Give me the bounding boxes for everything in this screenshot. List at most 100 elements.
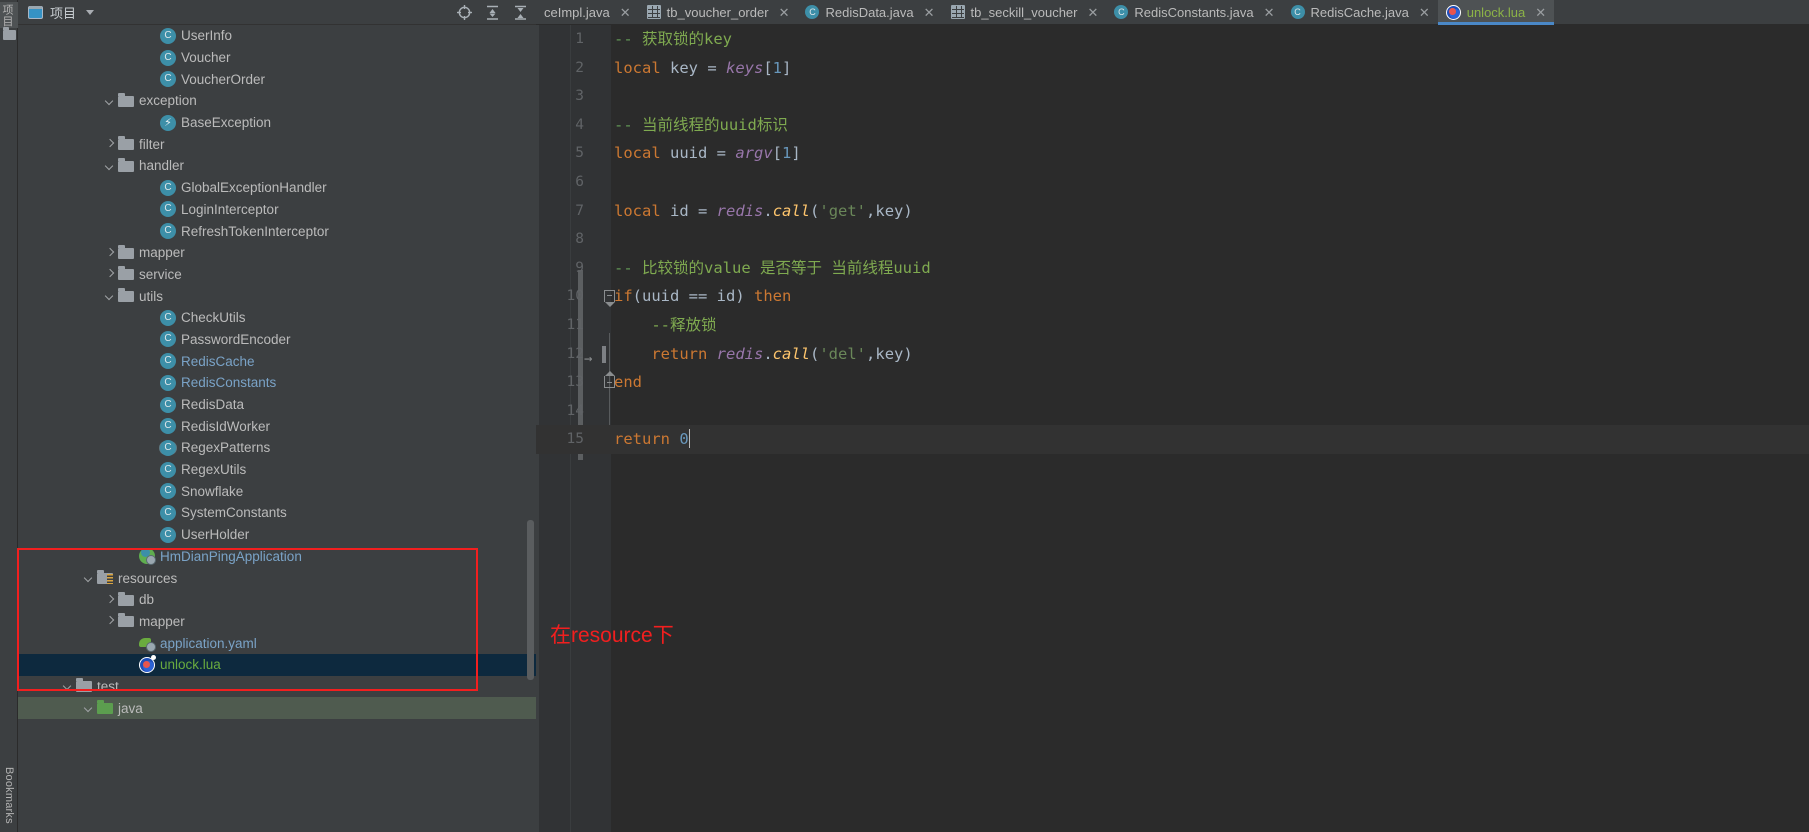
tree-node-voucher[interactable]: Voucher	[18, 47, 536, 69]
tree-node-redisconstants[interactable]: RedisConstants	[18, 372, 536, 394]
tree-node-unlock-lua[interactable]: unlock.lua	[18, 653, 536, 676]
tree-node-regexutils[interactable]: RegexUtils	[18, 459, 536, 481]
code-line[interactable]: 8	[536, 225, 1809, 254]
project-tree-scrollbar[interactable]	[527, 520, 534, 680]
code-token: .	[763, 344, 773, 363]
tree-node-globalexceptionhandler[interactable]: GlobalExceptionHandler	[18, 177, 536, 199]
tree-node-hmdianpingapplication[interactable]: HmDianPingApplication	[18, 546, 536, 568]
code-line[interactable]: 11 --释放锁	[536, 311, 1809, 340]
tree-node-mapper[interactable]: mapper	[18, 242, 536, 264]
editor-tab-tb-voucher-order[interactable]: tb_voucher_order ✕	[639, 0, 798, 24]
editor-tab-rediscache-java[interactable]: RedisCache.java ✕	[1283, 0, 1438, 24]
chevron-down-icon[interactable]	[105, 291, 115, 301]
close-icon[interactable]: ✕	[779, 6, 790, 19]
close-icon[interactable]: ✕	[1087, 6, 1098, 19]
tree-node-regexpatterns[interactable]: RegexPatterns	[18, 437, 536, 459]
class-icon	[160, 504, 176, 521]
tool-window-button-project[interactable]: 项目	[0, 2, 18, 29]
tree-node-rediscache[interactable]: RedisCache	[18, 350, 536, 372]
close-icon[interactable]: ✕	[924, 6, 935, 19]
collapse-all-icon[interactable]	[508, 1, 532, 25]
close-icon[interactable]: ✕	[1535, 6, 1546, 19]
tree-node-refreshtokeninterceptor[interactable]: RefreshTokenInterceptor	[18, 220, 536, 242]
code-line[interactable]: 12 → return redis.call('del',key)	[536, 340, 1809, 369]
code-line[interactable]: 13 end	[536, 368, 1809, 397]
tree-node-systemconstants[interactable]: SystemConstants	[18, 502, 536, 524]
project-tree[interactable]: UserInfo Voucher VoucherOrder exception Base…	[18, 25, 536, 832]
tree-node-spacer	[126, 551, 136, 561]
code-token: 'get'	[819, 201, 867, 220]
chevron-right-icon[interactable]	[105, 595, 115, 605]
chevron-right-icon[interactable]	[105, 269, 115, 279]
tree-node-test[interactable]: test	[18, 676, 536, 698]
tree-node-voucherorder[interactable]: VoucherOrder	[18, 68, 536, 90]
tree-node-logininterceptor[interactable]: LoginInterceptor	[18, 199, 536, 221]
tree-node-label: mapper	[139, 613, 185, 629]
tree-node-redisidworker[interactable]: RedisIdWorker	[18, 415, 536, 437]
code-line[interactable]: 2 local key = keys[1]	[536, 54, 1809, 83]
tree-node-label: VoucherOrder	[181, 71, 266, 87]
tree-node-exception[interactable]: exception	[18, 90, 536, 112]
tree-node-baseexception[interactable]: BaseException	[18, 112, 536, 134]
code-lines[interactable]: 1 -- 获取锁的key 2 local key = keys[1] 3 4 -- 当前线程…	[536, 25, 1809, 454]
tree-node-db[interactable]: db	[18, 589, 536, 611]
close-icon[interactable]: ✕	[1264, 6, 1275, 19]
chevron-down-icon[interactable]	[84, 573, 94, 583]
tree-node-application-yaml[interactable]: application.yaml	[18, 632, 536, 654]
tree-node-spacer	[126, 638, 136, 648]
tree-node-utils[interactable]: utils	[18, 285, 536, 307]
tree-node-snowflake[interactable]: Snowflake	[18, 480, 536, 502]
tree-node-redisdata[interactable]: RedisData	[18, 394, 536, 416]
line-number: 12	[566, 345, 584, 362]
chevron-down-icon[interactable]	[105, 96, 115, 106]
tree-node-userinfo[interactable]: UserInfo	[18, 25, 536, 47]
project-window-icon	[28, 5, 43, 19]
tree-node-service[interactable]: service	[18, 264, 536, 286]
code-line[interactable]: 15 return 0	[536, 425, 1809, 454]
code-line[interactable]: 6	[536, 168, 1809, 197]
code-line[interactable]: 5 local uuid = argv[1]	[536, 139, 1809, 168]
editor-tab-ceimpl-java[interactable]: ceImpl.java ✕	[536, 0, 639, 24]
chevron-right-icon[interactable]	[105, 248, 115, 258]
chevron-right-icon[interactable]	[105, 616, 115, 626]
tree-node-resources[interactable]: resources	[18, 567, 536, 589]
chevron-down-icon[interactable]	[84, 703, 94, 713]
code-line[interactable]: 9 -- 比较锁的value 是否等于 当前线程uuid	[536, 254, 1809, 283]
tree-node-spacer	[147, 183, 157, 193]
code-line[interactable]: 10 if(uuid == id) then	[536, 282, 1809, 311]
editor-tab-label: tb_seckill_voucher	[970, 4, 1078, 20]
tool-window-button-bookmarks[interactable]: Bookmarks	[0, 765, 18, 826]
code-line[interactable]: 7 local id = redis.call('get',key)	[536, 197, 1809, 226]
editor-tab-tb-seckill-voucher[interactable]: tb_seckill_voucher ✕	[943, 0, 1107, 24]
expand-all-icon[interactable]	[480, 1, 504, 25]
tree-node-checkutils[interactable]: CheckUtils	[18, 307, 536, 329]
editor-tab-redisconstants-java[interactable]: RedisConstants.java ✕	[1106, 0, 1282, 24]
code-token: --	[614, 30, 642, 48]
close-icon[interactable]: ✕	[620, 6, 631, 19]
tree-node-java[interactable]: java	[18, 697, 536, 719]
tree-node-userholder[interactable]: UserHolder	[18, 524, 536, 546]
code-line-text: return redis.call('del',key)	[614, 340, 912, 369]
code-editor[interactable]: 1 -- 获取锁的key 2 local key = keys[1] 3 4 -- 当前线程…	[536, 25, 1809, 832]
chevron-right-icon[interactable]	[105, 139, 115, 149]
editor-tab-redisdata-java[interactable]: RedisData.java ✕	[797, 0, 942, 24]
chevron-down-icon[interactable]	[63, 681, 73, 691]
tree-node-mapper[interactable]: mapper	[18, 611, 536, 633]
editor-tab-unlock-lua[interactable]: unlock.lua ✕	[1437, 0, 1555, 25]
tree-node-handler[interactable]: handler	[18, 155, 536, 177]
tree-node-filter[interactable]: filter	[18, 133, 536, 155]
code-line[interactable]: 1 -- 获取锁的key	[536, 25, 1809, 54]
tree-node-label: java	[118, 700, 143, 716]
chevron-down-icon[interactable]	[86, 9, 95, 15]
close-icon[interactable]: ✕	[1419, 6, 1430, 19]
class-icon	[160, 353, 176, 370]
select-opened-file-icon[interactable]	[452, 1, 476, 25]
code-line[interactable]: 3	[536, 82, 1809, 111]
tree-node-label: LoginInterceptor	[181, 201, 279, 217]
chevron-down-icon[interactable]	[105, 161, 115, 171]
tree-node-passwordencoder[interactable]: PasswordEncoder	[18, 329, 536, 351]
tree-node-spacer	[147, 226, 157, 236]
code-line[interactable]: 4 -- 当前线程的uuid标识	[536, 111, 1809, 140]
code-line[interactable]: 14	[536, 397, 1809, 426]
